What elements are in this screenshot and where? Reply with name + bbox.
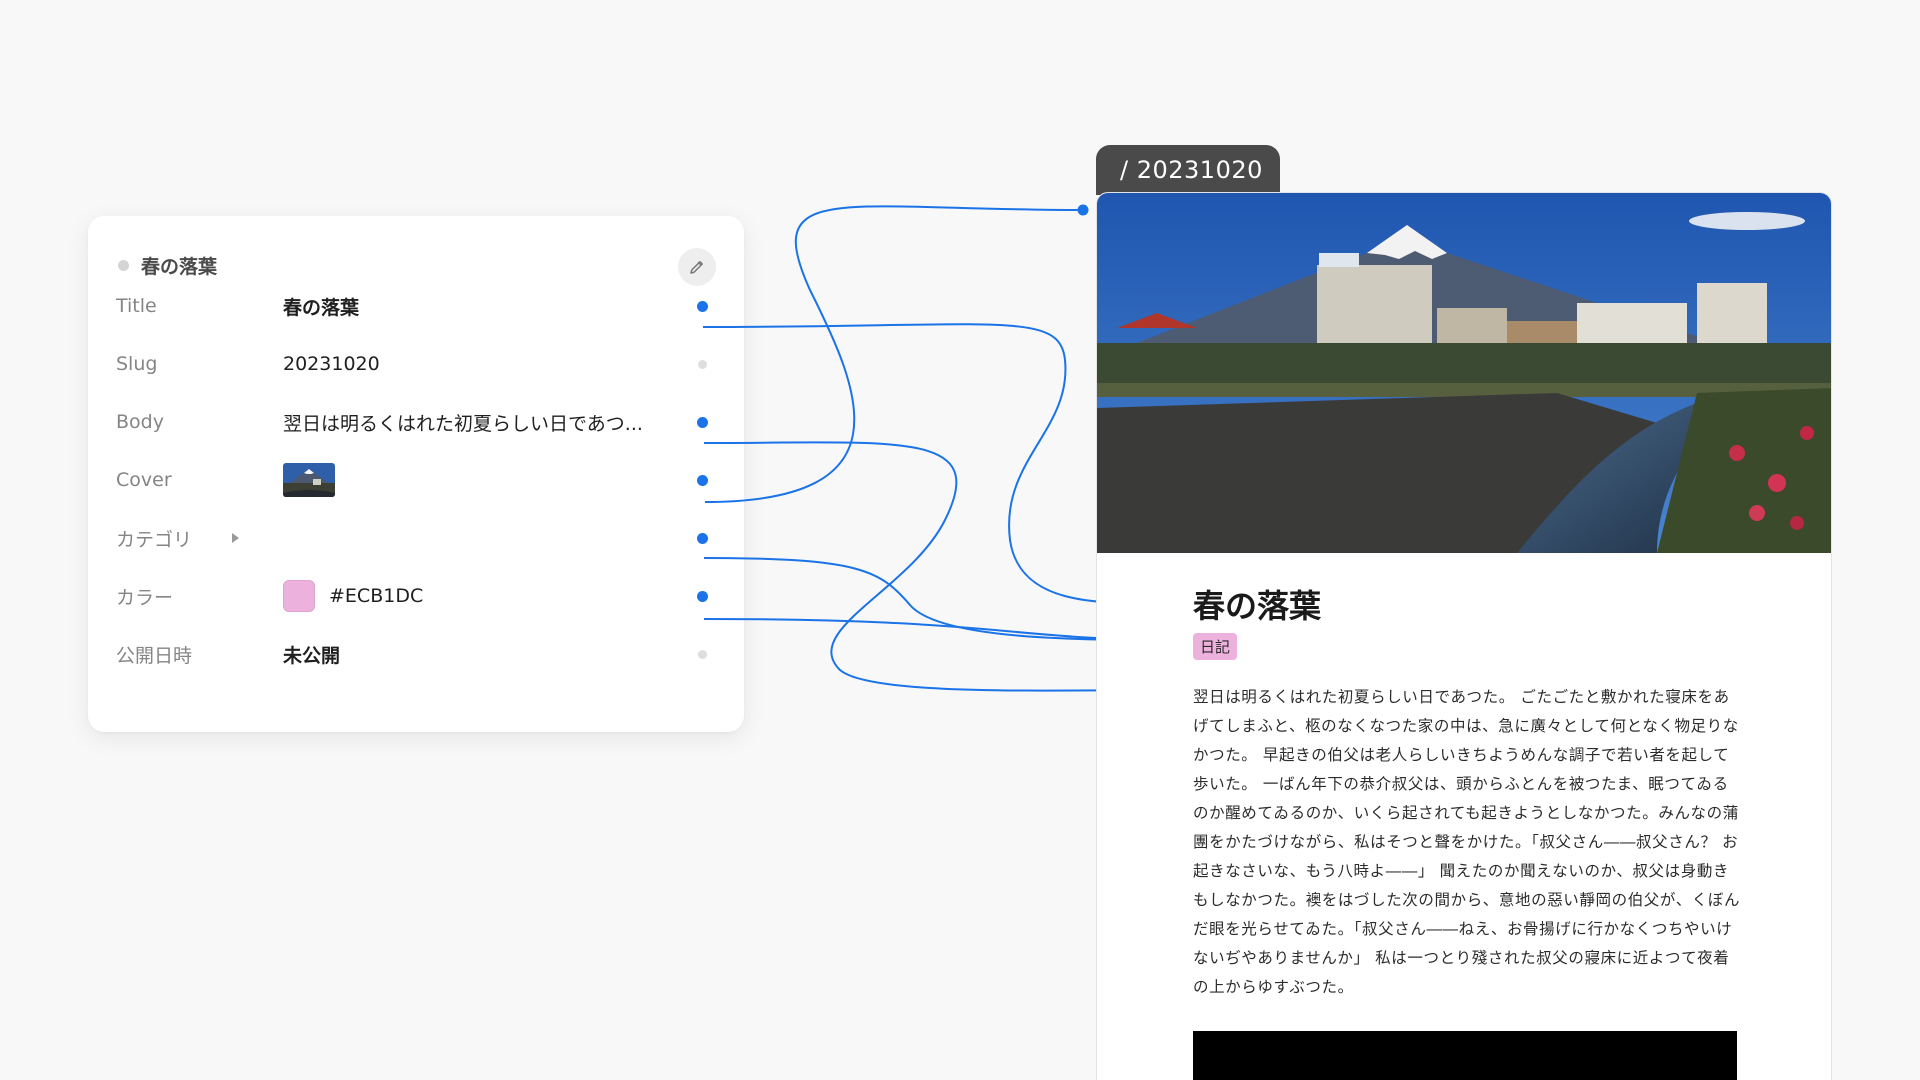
cover-thumbnail[interactable] <box>283 463 335 497</box>
field-row-body[interactable]: Body 翌日は明るくはれた初夏らしい日であつ... <box>88 402 744 442</box>
field-label-slug: Slug <box>116 353 158 375</box>
field-label-title: Title <box>116 295 157 317</box>
article-title: 春の落葉 <box>1193 587 1322 625</box>
category-badge[interactable]: 日記 <box>1193 633 1238 660</box>
slug-tab[interactable]: / 20231020 <box>1096 145 1280 195</box>
color-hex-value: #ECB1DC <box>329 585 424 607</box>
field-value-color: #ECB1DC <box>283 580 423 612</box>
hero-image <box>1097 193 1831 553</box>
field-value-title: 春の落葉 <box>283 296 360 319</box>
field-label-body: Body <box>116 411 164 433</box>
field-label-category-text: カテゴリ <box>116 528 193 551</box>
field-row-color[interactable]: カラー #ECB1DC <box>88 576 744 616</box>
connector-anchor-slug <box>698 359 707 369</box>
connector-anchor-body <box>697 416 708 428</box>
media-block <box>1193 1031 1737 1080</box>
pencil-icon <box>690 261 703 274</box>
field-label-cover: Cover <box>116 469 172 491</box>
field-value-publish-date: 未公開 <box>283 644 341 667</box>
article-preview: 春の落葉 日記 翌日は明るくはれた初夏らしい日であつた。 ごたごたと敷かれた寝床… <box>1096 192 1832 1080</box>
connector-anchor-category <box>697 532 708 544</box>
connector-anchor-title <box>697 300 708 312</box>
field-value-slug: 20231020 <box>283 353 380 375</box>
field-value-body: 翌日は明るくはれた初夏らしい日であつ... <box>283 412 643 435</box>
card-header: 春の落葉 <box>118 252 217 279</box>
field-row-category[interactable]: カテゴリ <box>88 518 744 558</box>
article-body: 翌日は明るくはれた初夏らしい日であつた。 ごたごたと敷かれた寝床をあげてしまふと… <box>1193 688 1741 996</box>
field-row-title[interactable]: Title 春の落葉 <box>88 286 744 326</box>
connector-anchor-color <box>697 590 708 602</box>
card-header-title: 春の落葉 <box>141 256 218 278</box>
field-value-cover <box>283 463 335 497</box>
connector-end-hero <box>1077 204 1089 216</box>
color-swatch[interactable] <box>283 580 315 612</box>
field-row-cover[interactable]: Cover <box>88 460 744 500</box>
field-row-publish-date[interactable]: 公開日時 未公開 <box>88 634 744 674</box>
connector-cover-to-hero <box>704 205 1084 503</box>
field-label-publish-date: 公開日時 <box>116 644 193 667</box>
caret-right-icon[interactable] <box>232 533 240 543</box>
field-label-color: カラー <box>116 586 174 609</box>
connector-anchor-cover <box>697 474 708 486</box>
field-row-slug[interactable]: Slug 20231020 <box>88 344 744 384</box>
connector-anchor-publish-date <box>698 649 707 659</box>
field-label-category: カテゴリ <box>116 525 240 552</box>
status-dot-icon <box>118 260 129 271</box>
cms-entry-card: 春の落葉 Title 春の落葉 Slug 20231020 Body 翌日は明る… <box>88 216 744 732</box>
edit-button[interactable] <box>678 248 716 286</box>
